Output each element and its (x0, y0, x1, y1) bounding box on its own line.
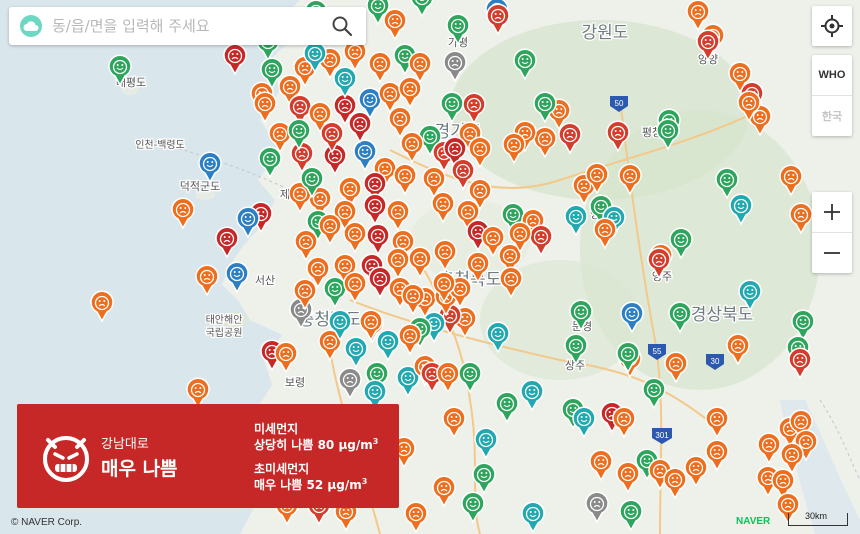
pm10-unit: μg/m3 (338, 437, 379, 452)
location-name: 강남대로 (101, 437, 149, 452)
search-input[interactable] (50, 10, 330, 42)
search-icon[interactable] (330, 14, 354, 38)
map-label: 경상북도 (691, 305, 754, 325)
zoom-out-button[interactable] (812, 233, 852, 273)
pm10-grade: 상당히 나쁨 (254, 438, 314, 452)
map-label: 강원도 (582, 23, 629, 43)
map-label: 서산 (255, 274, 275, 287)
pm25-grade: 매우 나쁨 (254, 478, 303, 492)
copyright: © NAVER Corp. (11, 517, 83, 528)
map-label: 국립공원 (206, 326, 243, 339)
standard-toggle: WHO 한국 (812, 55, 852, 136)
pm10-reading: 상당히 나쁨 80 μg/m3 (254, 436, 378, 453)
cloud-icon (20, 15, 42, 37)
pm25-reading: 매우 나쁨 52 μg/m3 (254, 476, 367, 493)
pm10-value: 80 (317, 438, 335, 452)
overall-grade: 매우 나쁨 (101, 458, 178, 480)
zoom-in-button[interactable] (812, 192, 852, 232)
svg-text:55: 55 (653, 347, 662, 356)
svg-text:30: 30 (711, 357, 720, 366)
pm25-label: 초미세먼지 (254, 462, 310, 476)
who-standard-button[interactable]: WHO (812, 55, 852, 95)
scale-bar: 30km (788, 511, 848, 526)
devil-face-icon (43, 436, 89, 482)
scale-label: 30km (805, 511, 828, 521)
map-label: 덕적군도 (180, 180, 220, 193)
locate-button[interactable] (812, 6, 852, 46)
minus-icon (824, 252, 840, 254)
search-bar (9, 7, 366, 45)
svg-text:301: 301 (655, 431, 669, 440)
naver-logo: NAVER (736, 516, 771, 527)
pm25-value: 52 (306, 478, 324, 492)
map-label: 태안해안 (206, 313, 243, 326)
crosshair-icon (821, 15, 843, 37)
pm25-unit: μg/m3 (327, 477, 368, 492)
air-quality-card[interactable]: 강남대로 매우 나쁨 미세먼지 상당히 나쁨 80 μg/m3 초미세먼지 매우… (17, 404, 399, 508)
zoom-control (812, 192, 852, 273)
korea-standard-button[interactable]: 한국 (812, 96, 852, 136)
svg-text:50: 50 (615, 99, 624, 108)
locate-control (812, 6, 852, 46)
map-label: 보령 (285, 376, 305, 389)
plus-icon (824, 204, 840, 220)
pm10-label: 미세먼지 (254, 422, 299, 436)
map-label: 인천-백령도 (135, 139, 185, 151)
